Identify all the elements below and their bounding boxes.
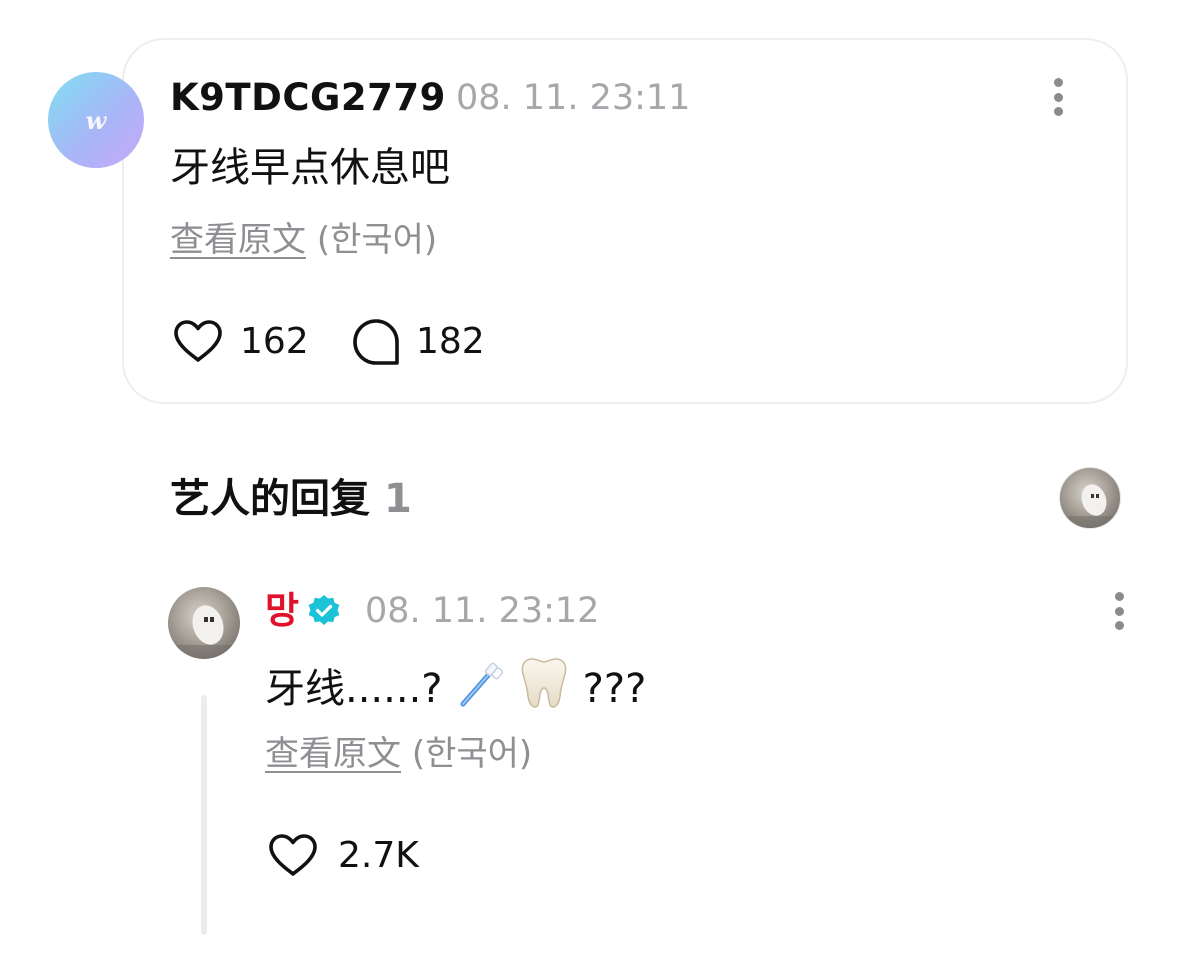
post-more-icon[interactable]	[1052, 78, 1064, 116]
artist-replies-header: 艺人的回复 1	[170, 474, 412, 524]
reply-original-language-label: (한국어)	[411, 734, 533, 774]
artist-replies-title: 艺人的回复	[170, 476, 370, 522]
toothbrush-icon	[460, 662, 504, 707]
post-timestamp: 08. 11. 23:11	[456, 78, 691, 118]
reply-more-icon[interactable]	[1113, 592, 1125, 630]
artist-avatar[interactable]	[168, 587, 240, 659]
reply-text-prefix: 牙线......?	[265, 666, 456, 712]
like-count: 162	[240, 321, 309, 362]
artist-replies-count: 1	[384, 476, 412, 522]
verified-badge-icon	[307, 594, 341, 628]
reply-translate-row: 查看原文 (한국어)	[265, 732, 532, 776]
original-language-label: (한국어)	[316, 220, 438, 260]
artist-avatar-small[interactable]	[1059, 467, 1121, 529]
reply-timestamp: 08. 11. 23:12	[365, 591, 600, 631]
comment-button[interactable]	[350, 316, 402, 368]
chat-bubble-icon	[353, 319, 399, 365]
artist-name[interactable]: 망	[265, 588, 299, 634]
reply-like-count: 2.7K	[338, 835, 419, 876]
post-text: 牙线早点休息吧	[170, 145, 450, 191]
heart-icon	[269, 834, 317, 876]
heart-icon	[174, 320, 222, 362]
comment-count: 182	[416, 321, 485, 362]
tooth-icon	[521, 658, 567, 708]
avatar-letter: w	[85, 105, 107, 135]
reply-view-original-link[interactable]: 查看原文	[265, 734, 401, 774]
user-avatar[interactable]: w	[48, 72, 144, 168]
reply-text-suffix: ???	[582, 666, 647, 712]
reply-like-button[interactable]	[267, 832, 319, 882]
post-username[interactable]: K9TDCG2779	[170, 76, 446, 120]
artist-photo-icon	[168, 605, 240, 659]
view-original-link[interactable]: 查看原文	[170, 220, 306, 260]
reply-text: 牙线......? ???	[265, 656, 646, 716]
artist-photo-icon	[1060, 484, 1120, 528]
post-translate-row: 查看原文 (한국어)	[170, 218, 437, 262]
thread-line	[201, 695, 207, 935]
like-button[interactable]	[172, 318, 224, 368]
